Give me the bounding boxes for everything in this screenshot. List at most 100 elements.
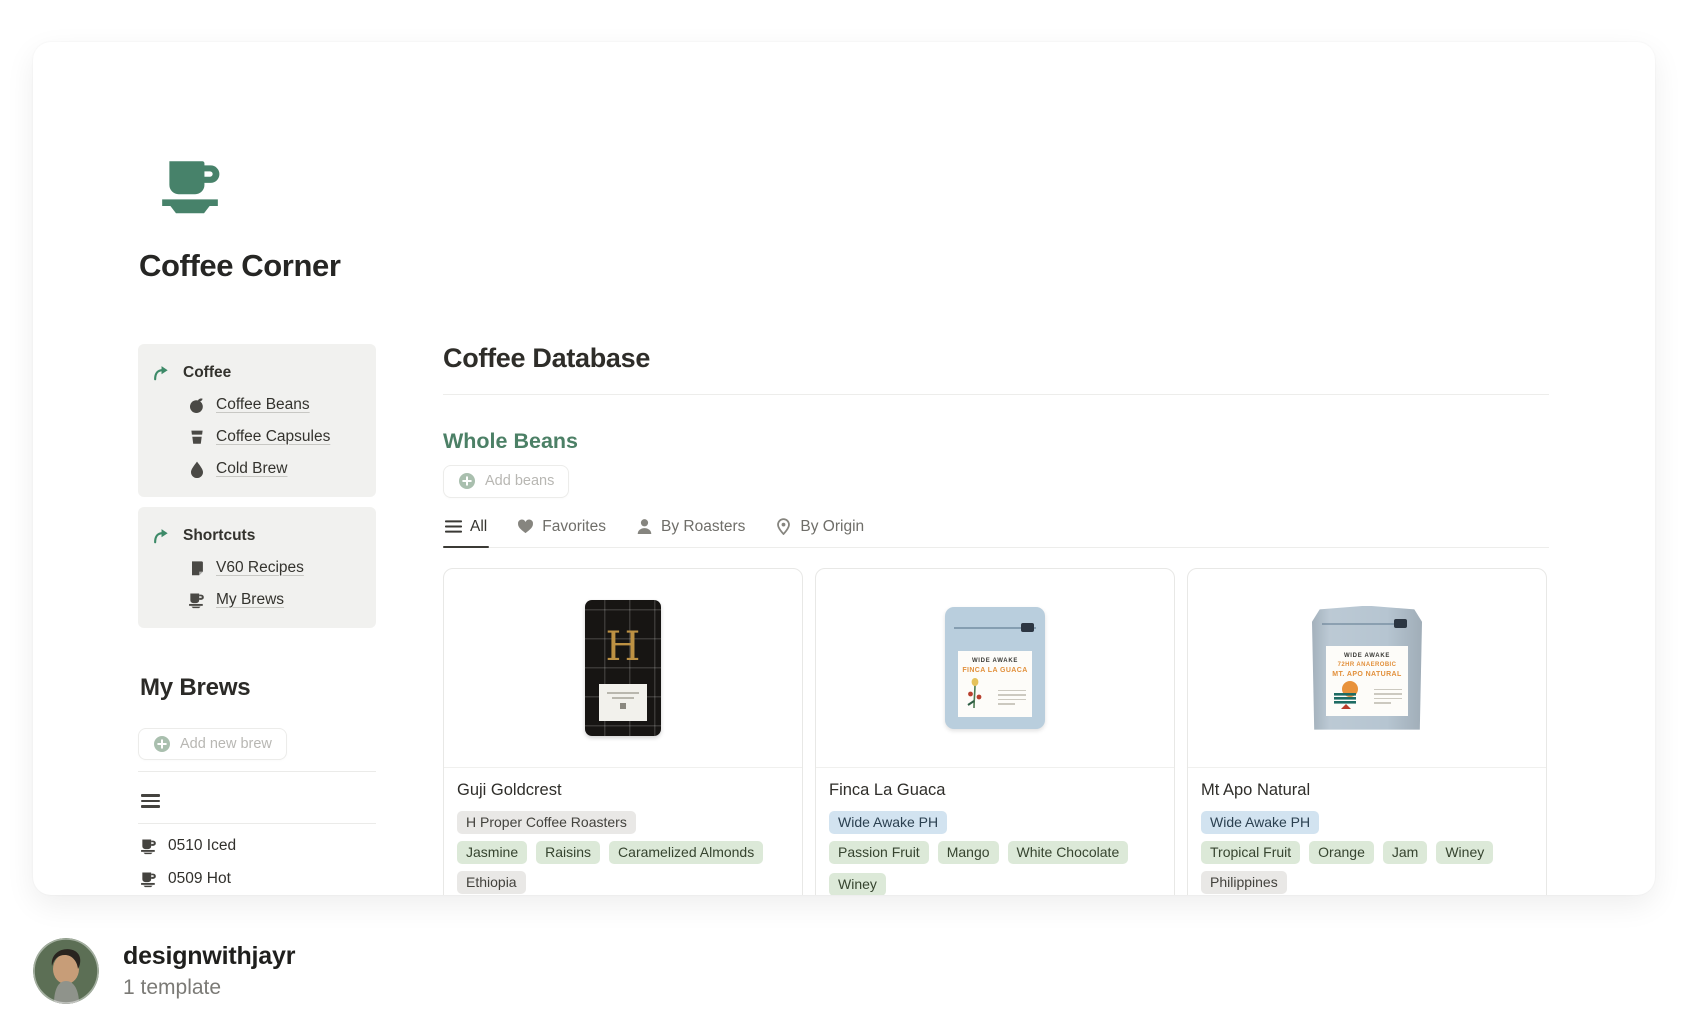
flavor-tag: Orange	[1309, 841, 1374, 864]
coffee-cup-icon	[188, 591, 206, 609]
bag-label: WIDE AWAKE 72HR ANAEROBIC MT. APO NATURA…	[1326, 646, 1408, 716]
roaster-tag: H Proper Coffee Roasters	[457, 811, 636, 834]
template-preview: Coffee Corner Coffee	[0, 0, 1688, 1034]
sun-mountain-illustration	[1333, 679, 1363, 709]
tab-all[interactable]: All	[443, 514, 489, 547]
card-mt-apo-natural[interactable]: WIDE AWAKE 72HR ANAEROBIC MT. APO NATURA…	[1187, 568, 1547, 895]
person-icon	[636, 518, 653, 535]
flavor-tag: Winey	[1436, 841, 1493, 864]
add-new-brew-button[interactable]: Add new brew	[138, 728, 287, 760]
card-title: Finca La Guaca	[829, 781, 1161, 800]
bag-fine-print	[1374, 686, 1402, 704]
sidebar-item-my-brews[interactable]: My Brews	[188, 589, 362, 610]
notion-page-card: Coffee Corner Coffee	[33, 42, 1655, 895]
origin-tag: Philippines	[1201, 871, 1287, 894]
card-cover: WIDE AWAKE FINCA LA GUACA	[816, 569, 1174, 768]
curved-arrow-icon	[152, 527, 170, 545]
coffee-bean-icon	[188, 396, 206, 414]
flavor-tag: White Chocolate	[1008, 841, 1129, 864]
coffee-plant-illustration	[965, 678, 985, 710]
map-pin-icon	[775, 518, 792, 535]
callout-coffee: Coffee Coffee Beans	[138, 344, 376, 497]
flavor-tag: Jam	[1383, 841, 1427, 864]
card-body: Mt Apo Natural Wide Awake PH Tropical Fr…	[1188, 768, 1546, 895]
sidebar-link: Coffee Capsules	[216, 428, 330, 446]
sidebar: Coffee Coffee Beans	[138, 344, 376, 890]
card-body: Finca La Guaca Wide Awake PH Passion Fru…	[816, 768, 1174, 895]
sidebar-item-cold-brew[interactable]: Cold Brew	[188, 458, 362, 479]
sidebar-item-v60-recipes[interactable]: V60 Recipes	[188, 557, 362, 578]
flavor-tag: Caramelized Almonds	[609, 841, 763, 864]
coffee-capsule-icon	[188, 428, 206, 446]
flavor-tag: Raisins	[536, 841, 600, 864]
card-cover: H	[444, 569, 802, 768]
callout-title: Coffee	[183, 364, 231, 382]
sidebar-link: Coffee Beans	[216, 396, 310, 414]
gallery-cards: H Guji Goldcrest H Proper Coffee Roaster…	[443, 568, 1549, 895]
add-beans-button[interactable]: Add beans	[443, 465, 569, 498]
flavor-tag: Jasmine	[457, 841, 527, 864]
author-attribution: designwithjayr 1 template	[33, 938, 295, 1004]
bag-label	[599, 684, 647, 721]
product-image-blue-coffee-bag: WIDE AWAKE FINCA LA GUACA	[945, 607, 1045, 729]
tab-by-origin[interactable]: By Origin	[773, 514, 866, 547]
brew-entry-label: 0510 Iced	[168, 837, 236, 855]
database-heading: Coffee Database	[443, 345, 1549, 372]
divider	[138, 823, 376, 824]
callout-title: Shortcuts	[183, 527, 255, 545]
coffee-cup-icon	[140, 837, 158, 855]
plus-circle-icon	[458, 472, 476, 490]
whole-beans-heading: Whole Beans	[443, 430, 1549, 454]
coffee-cup-icon	[140, 870, 158, 888]
book-icon	[188, 559, 206, 577]
card-guji-goldcrest[interactable]: H Guji Goldcrest H Proper Coffee Roaster…	[443, 568, 803, 895]
card-title: Guji Goldcrest	[457, 781, 789, 800]
origin-tag: Ethiopia	[457, 871, 526, 894]
droplet-icon	[188, 460, 206, 478]
product-image-gray-blue-coffee-bag: WIDE AWAKE 72HR ANAEROBIC MT. APO NATURA…	[1312, 606, 1422, 730]
brew-entry-label: 0509 Hot	[168, 870, 231, 888]
sidebar-link: My Brews	[216, 591, 284, 609]
sidebar-link: V60 Recipes	[216, 559, 304, 577]
list-view-icon[interactable]	[141, 794, 160, 808]
sidebar-item-coffee-beans[interactable]: Coffee Beans	[188, 394, 362, 415]
add-new-brew-label: Add new brew	[180, 736, 272, 752]
callout-shortcuts: Shortcuts V60 Recipes	[138, 507, 376, 628]
author-template-count: 1 template	[123, 976, 295, 1000]
view-tabs: All Favorites By Roasters	[443, 514, 1549, 548]
author-info: designwithjayr 1 template	[123, 942, 295, 1000]
brew-entry-0509-hot[interactable]: 0509 Hot	[140, 868, 376, 890]
card-finca-la-guaca[interactable]: WIDE AWAKE FINCA LA GUACA	[815, 568, 1175, 895]
bag-fine-print	[998, 687, 1026, 705]
roaster-tag: Wide Awake PH	[1201, 811, 1319, 834]
divider	[138, 771, 376, 772]
divider	[443, 394, 1549, 395]
add-beans-label: Add beans	[485, 473, 554, 489]
card-title: Mt Apo Natural	[1201, 781, 1533, 800]
tab-by-roasters[interactable]: By Roasters	[634, 514, 747, 547]
page-title: Coffee Corner	[139, 248, 341, 284]
heart-icon	[517, 518, 534, 535]
product-image-black-coffee-bag: H	[585, 600, 661, 736]
author-name[interactable]: designwithjayr	[123, 942, 295, 971]
card-cover: WIDE AWAKE 72HR ANAEROBIC MT. APO NATURA…	[1188, 569, 1546, 768]
bag-letter: H	[585, 627, 661, 667]
card-body: Guji Goldcrest H Proper Coffee Roasters …	[444, 768, 802, 895]
flavor-tag: Passion Fruit	[829, 841, 929, 864]
coffee-cup-icon[interactable]	[157, 155, 223, 219]
tab-favorites[interactable]: Favorites	[515, 514, 608, 547]
flavor-tag: Tropical Fruit	[1201, 841, 1300, 864]
flavor-tag: Winey	[829, 873, 886, 895]
roaster-tag: Wide Awake PH	[829, 811, 947, 834]
avatar[interactable]	[33, 938, 99, 1004]
main-content: Coffee Database Whole Beans Add beans Al…	[443, 345, 1549, 895]
curved-arrow-icon	[152, 364, 170, 382]
plus-circle-icon	[153, 735, 171, 753]
brew-entry-0510-iced[interactable]: 0510 Iced	[140, 835, 376, 857]
flavor-tag: Mango	[938, 841, 999, 864]
bag-label: WIDE AWAKE FINCA LA GUACA	[958, 651, 1032, 717]
sidebar-link: Cold Brew	[216, 460, 288, 478]
list-icon	[445, 518, 462, 535]
my-brews-heading: My Brews	[140, 674, 376, 702]
sidebar-item-coffee-capsules[interactable]: Coffee Capsules	[188, 426, 362, 447]
